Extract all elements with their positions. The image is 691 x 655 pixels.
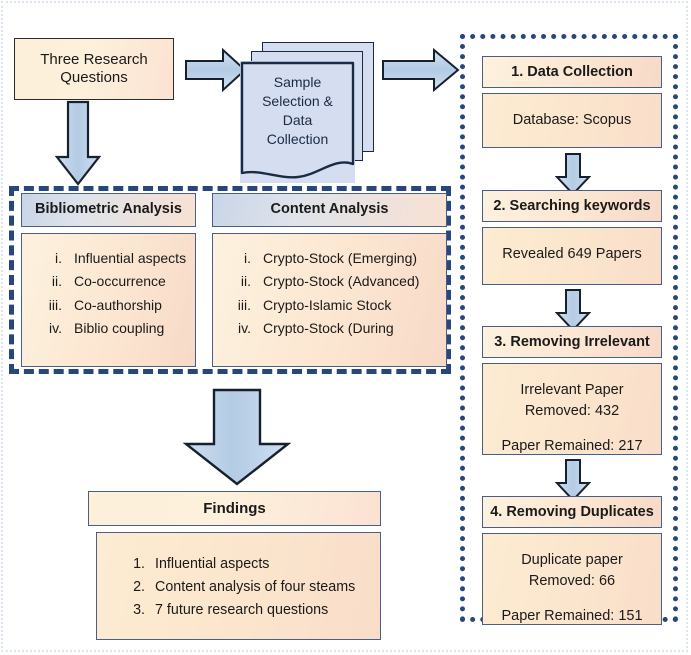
- pipeline-step-3-title-label: 3. Removing Irrelevant: [494, 334, 650, 350]
- pipeline-step-4-title: 4. Removing Duplicates: [482, 496, 662, 528]
- bibliometric-analysis-list: i. Influential aspects ii. Co-occurrence…: [28, 248, 187, 338]
- pipeline-step-3-lines: Irrelevant Paper Removed: 432 Paper Rema…: [501, 380, 642, 457]
- pipeline-step-3-line-1: Irrelevant Paper: [520, 382, 624, 398]
- pipeline-step-2-title: 2. Searching keywords: [482, 190, 662, 222]
- content-analysis-header: Content Analysis: [212, 193, 447, 227]
- pipeline-step-1-body-label: Database: Scopus: [512, 112, 632, 128]
- list-item: iv. Biblio coupling: [28, 318, 187, 338]
- pipeline-step-3-line-3: Paper Remained: 217: [501, 438, 643, 455]
- pipeline-step-3-title: 3. Removing Irrelevant: [482, 326, 662, 358]
- list-item-number: 1.: [133, 556, 145, 572]
- pipeline-step-4-body: Duplicate paper Removed: 66 Paper Remain…: [482, 533, 662, 625]
- list-item-number: ii.: [51, 273, 62, 290]
- arrow-right-icon: [185, 47, 247, 93]
- arrow-right-icon: [382, 47, 460, 93]
- list-item: iii. Crypto-Islamic Stock: [217, 295, 438, 315]
- pipeline-step-2-body-label: Revealed 649 Papers: [502, 246, 642, 262]
- list-item-text: Co-occurrence: [74, 273, 166, 290]
- list-item-number: iii.: [48, 296, 62, 313]
- findings-list: 1. Influential aspects 2. Content analys…: [111, 553, 370, 622]
- list-item-number: i.: [55, 250, 62, 266]
- pipeline-step-4-line-2: Removed: 66: [528, 573, 616, 590]
- document-sheet-front: Sample Selection & Data Collection: [240, 61, 355, 183]
- bibliometric-analysis-header-label: Bibliometric Analysis: [35, 201, 182, 218]
- list-item: iv. Crypto-Stock (During: [217, 318, 438, 338]
- start-line-1: Three Research: [40, 51, 148, 68]
- list-item-number: iv.: [49, 319, 62, 336]
- pipeline-step-1-body: Database: Scopus: [482, 93, 662, 148]
- list-item-number: 2.: [133, 578, 145, 595]
- document-label: Sample Selection & Data Collection: [240, 61, 355, 149]
- list-item-number: iii.: [237, 296, 251, 313]
- findings-list-box: 1. Influential aspects 2. Content analys…: [96, 532, 381, 640]
- arrow-down-icon: [182, 388, 292, 486]
- document-line-4: Collection: [266, 130, 329, 147]
- document-line-2: Selection &: [262, 92, 333, 109]
- list-item-text: Content analysis of four steams: [155, 578, 356, 595]
- list-item: 3. 7 future research questions: [111, 599, 370, 622]
- sample-selection-document-stack: Sample Selection & Data Collection: [240, 42, 375, 183]
- arrow-down-icon: [54, 100, 102, 186]
- list-item-text: Crypto-Stock (Advanced): [263, 273, 420, 290]
- pipeline-step-4-lines: Duplicate paper Removed: 66 Paper Remain…: [501, 550, 642, 627]
- pipeline-step-2-body: Revealed 649 Papers: [482, 227, 662, 285]
- list-item: 2. Content analysis of four steams: [111, 576, 370, 599]
- start-line-2: Questions: [60, 69, 128, 86]
- list-item-text: Influential aspects: [155, 556, 270, 572]
- pipeline-step-4-line-3: Paper Remained: 151: [501, 608, 643, 625]
- list-item-text: Co-authorship: [74, 296, 162, 313]
- list-item-text: Influential aspects: [74, 250, 187, 266]
- pipeline-step-4-line-1: Duplicate paper: [521, 552, 623, 568]
- list-item-number: ii.: [240, 273, 251, 290]
- pipeline-step-2-title-label: 2. Searching keywords: [493, 198, 651, 214]
- list-item: ii. Crypto-Stock (Advanced): [217, 271, 438, 291]
- pipeline-step-4-title-label: 4. Removing Duplicates: [490, 504, 654, 520]
- list-item: iii. Co-authorship: [28, 295, 187, 315]
- list-item: i. Crypto-Stock (Emerging): [217, 248, 438, 268]
- list-item-number: 3.: [133, 601, 145, 618]
- list-item-text: Crypto-Islamic Stock: [263, 296, 392, 313]
- bibliometric-analysis-header: Bibliometric Analysis: [21, 193, 196, 227]
- three-research-questions-label: Three Research Questions: [40, 51, 148, 87]
- list-item: i. Influential aspects: [28, 248, 187, 268]
- content-analysis-list: i. Crypto-Stock (Emerging) ii. Crypto-St…: [217, 248, 438, 338]
- list-item-text: Crypto-Stock (During: [263, 319, 394, 336]
- list-item-number: iv.: [238, 319, 251, 336]
- pipeline-step-3-line-2: Removed: 432: [524, 403, 620, 420]
- findings-header-label: Findings: [203, 499, 266, 517]
- bibliometric-analysis-list-box: i. Influential aspects ii. Co-occurrence…: [21, 233, 196, 367]
- document-line-3: Data: [282, 111, 313, 128]
- list-item-number: i.: [244, 250, 251, 266]
- pipeline-step-3-body: Irrelevant Paper Removed: 432 Paper Rema…: [482, 363, 662, 455]
- pipeline-step-1-title-label: 1. Data Collection: [511, 64, 633, 80]
- list-item-text: Biblio coupling: [74, 319, 165, 336]
- content-analysis-list-box: i. Crypto-Stock (Emerging) ii. Crypto-St…: [212, 233, 447, 367]
- list-item: 1. Influential aspects: [111, 553, 370, 576]
- list-item: ii. Co-occurrence: [28, 271, 187, 291]
- findings-header: Findings: [88, 491, 381, 526]
- content-analysis-header-label: Content Analysis: [270, 201, 389, 218]
- three-research-questions-box: Three Research Questions: [14, 38, 174, 100]
- list-item-text: Crypto-Stock (Emerging): [263, 250, 418, 266]
- list-item-text: 7 future research questions: [155, 601, 329, 618]
- pipeline-step-1-title: 1. Data Collection: [482, 56, 662, 88]
- document-line-1: Sample: [273, 74, 322, 90]
